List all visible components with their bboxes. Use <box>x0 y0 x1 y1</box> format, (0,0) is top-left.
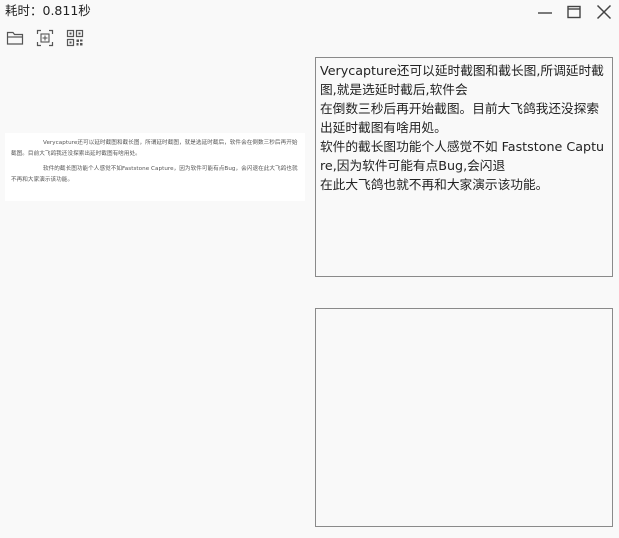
minimize-icon <box>538 12 552 14</box>
screen-capture-icon <box>36 29 54 47</box>
ocr-result-textbox[interactable]: Verycapture还可以延时截图和截长图,所调延时截图,就是选延时截后,软件… <box>315 57 613 277</box>
ocr-line: 在倒数三秒后再开始截图。目前大飞鸽我还没探索出延时截图有啥用処。 <box>320 101 600 135</box>
folder-open-icon <box>6 31 24 45</box>
qr-code-icon <box>66 29 84 47</box>
translation-text <box>316 309 612 315</box>
toolbar <box>4 27 86 49</box>
preview-paragraph-2: 软件的截长图功能个人感觉不如Faststone Capture，因为软件可能有点… <box>11 166 298 183</box>
maximize-icon <box>567 5 581 19</box>
preview-paragraph-1: Verycapture还可以延时截图和截长图，所谓延时截图，就是选延时截后，软件… <box>11 140 298 157</box>
captured-image-preview: Verycapture还可以延时截图和截长图，所谓延时截图，就是选延时截后，软件… <box>5 133 305 201</box>
open-file-button[interactable] <box>4 27 26 49</box>
close-icon <box>596 4 612 20</box>
qr-scan-button[interactable] <box>64 27 86 49</box>
ocr-result-text: Verycapture还可以延时截图和截长图,所调延时截图,就是选延时截后,软件… <box>316 58 612 197</box>
translation-textbox[interactable] <box>315 308 613 527</box>
elapsed-time-label: 耗时：0.811秒 <box>5 3 91 18</box>
ocr-line: 在此大飞鸽也就不再和大家演示该功能。 <box>320 177 549 192</box>
ocr-result-window: 耗时：0.811秒 Verycapture还可以延时截图和截长图，所谓延时截图，… <box>0 0 619 538</box>
screen-capture-button[interactable] <box>34 27 56 49</box>
minimize-button[interactable] <box>533 2 557 22</box>
maximize-button[interactable] <box>562 2 586 22</box>
close-button[interactable] <box>592 2 616 22</box>
ocr-line: 软件的截长图功能个人感觉不如 Faststone Capture,因为软件可能有… <box>320 139 605 173</box>
ocr-line: Verycapture还可以延时截图和截长图,所调延时截图,就是选延时截后,软件… <box>320 63 604 97</box>
